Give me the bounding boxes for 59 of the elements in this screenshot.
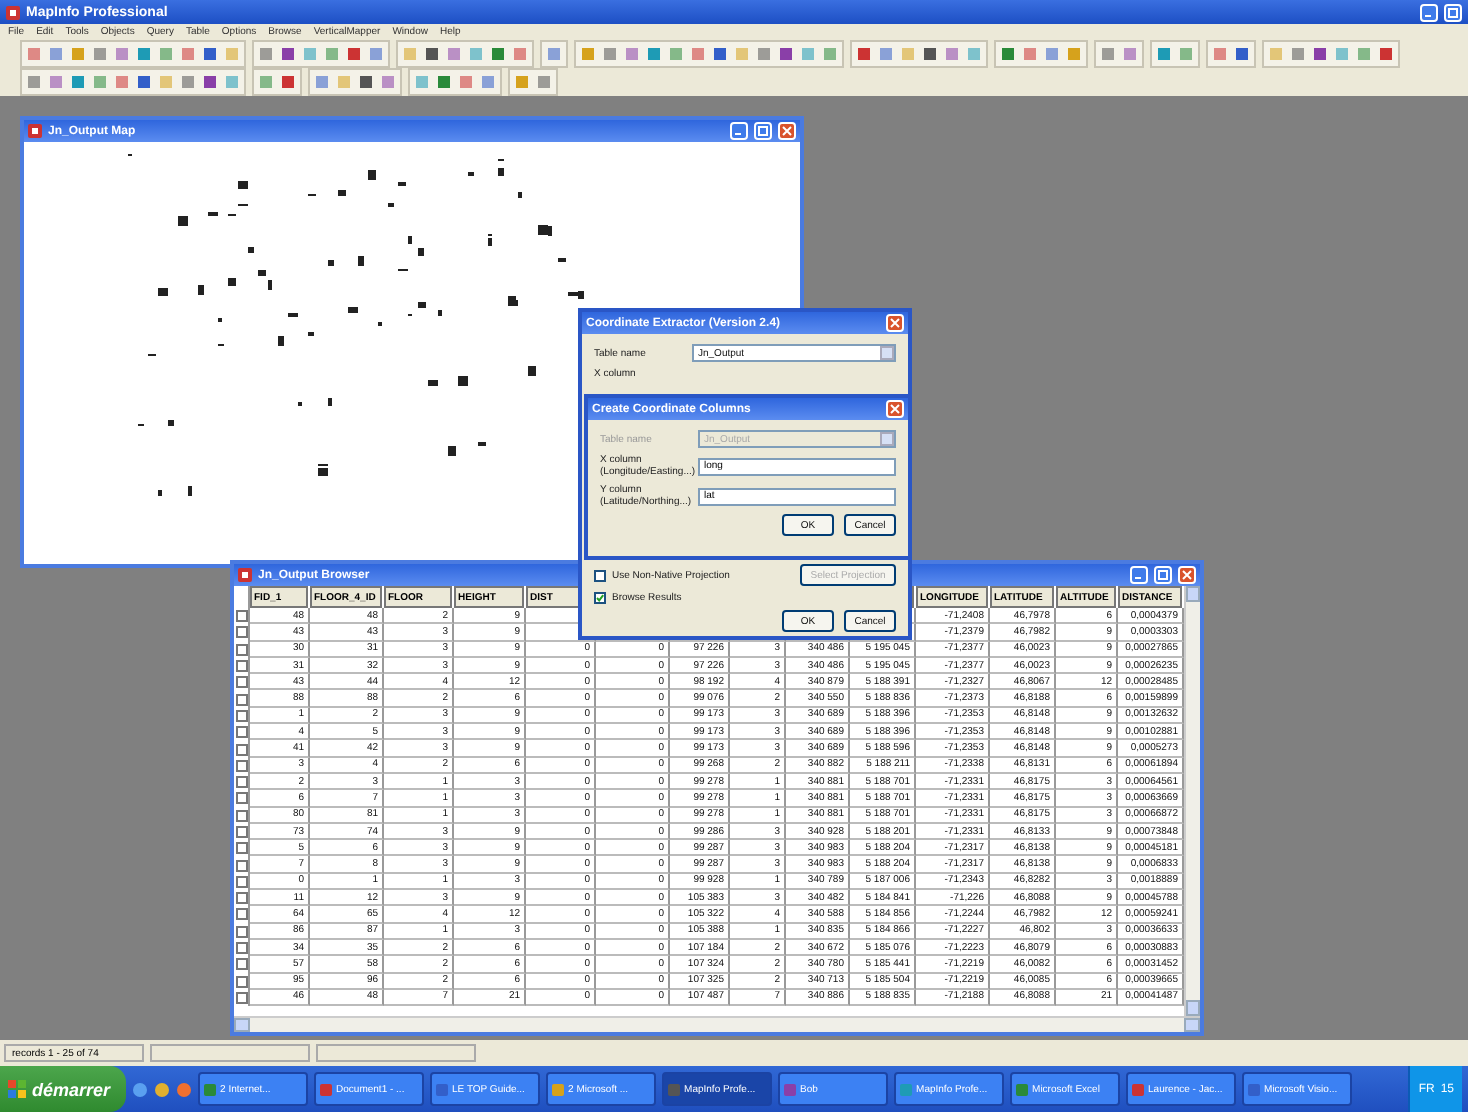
close-icon [890, 404, 900, 414]
minimize-button[interactable] [1420, 3, 1438, 21]
tool-button[interactable] [278, 72, 298, 92]
close-button[interactable] [778, 122, 796, 140]
tool-button[interactable] [1232, 44, 1252, 64]
tool-button[interactable] [278, 44, 298, 64]
tool-button[interactable] [356, 72, 376, 92]
app-icon [320, 1083, 333, 1095]
minimize-button[interactable] [730, 122, 748, 140]
close-button[interactable] [1178, 566, 1196, 584]
app-icon [552, 1083, 565, 1095]
app-icon [900, 1083, 913, 1095]
tool-button[interactable] [854, 44, 874, 64]
maximize-button[interactable] [754, 122, 772, 140]
tool-button[interactable] [488, 44, 508, 64]
close-button[interactable] [886, 314, 904, 332]
tool-button[interactable] [920, 44, 940, 64]
tool-button[interactable] [344, 44, 364, 64]
close-icon [782, 126, 792, 136]
tool-button[interactable] [200, 44, 220, 64]
window-icon [28, 124, 42, 138]
close-icon [1182, 570, 1192, 580]
maximize-button[interactable] [1154, 566, 1172, 584]
tool-button[interactable] [644, 44, 664, 64]
window-icon [6, 5, 20, 19]
tool-button[interactable] [776, 44, 796, 64]
app-icon [436, 1083, 449, 1095]
app-icon [668, 1083, 681, 1095]
tool-button[interactable] [134, 72, 154, 92]
tool-button[interactable] [998, 44, 1018, 64]
minimize-button[interactable] [1130, 566, 1148, 584]
app-icon [1016, 1083, 1029, 1095]
tool-button[interactable] [1376, 44, 1396, 64]
app-icon [784, 1083, 797, 1095]
app-icon [1248, 1083, 1261, 1095]
maximize-icon [1448, 7, 1458, 17]
checkbox[interactable] [594, 569, 606, 581]
tool-button[interactable] [1154, 44, 1174, 64]
close-icon [890, 318, 900, 328]
tool-button[interactable] [134, 44, 154, 64]
tool-button[interactable] [422, 44, 442, 64]
maximize-icon [758, 126, 768, 136]
tool-button[interactable] [68, 72, 88, 92]
close-button[interactable] [886, 400, 904, 418]
tool-button[interactable] [200, 72, 220, 92]
tool-button[interactable] [434, 72, 454, 92]
windows-flag-icon [8, 1080, 26, 1098]
checkbox[interactable] [594, 592, 606, 604]
maximize-button[interactable] [1444, 3, 1462, 21]
maximize-icon [1158, 570, 1168, 580]
tool-button[interactable] [1310, 44, 1330, 64]
app-icon [1132, 1083, 1145, 1095]
tool-button[interactable] [710, 44, 730, 64]
horizontal-scrollbar[interactable] [234, 1016, 1200, 1032]
window-icon [238, 568, 252, 582]
app-icon [204, 1083, 217, 1095]
start-button[interactable]: démarrer [0, 1066, 127, 1112]
vertical-scrollbar[interactable] [1184, 586, 1200, 1016]
check-icon [596, 594, 604, 602]
